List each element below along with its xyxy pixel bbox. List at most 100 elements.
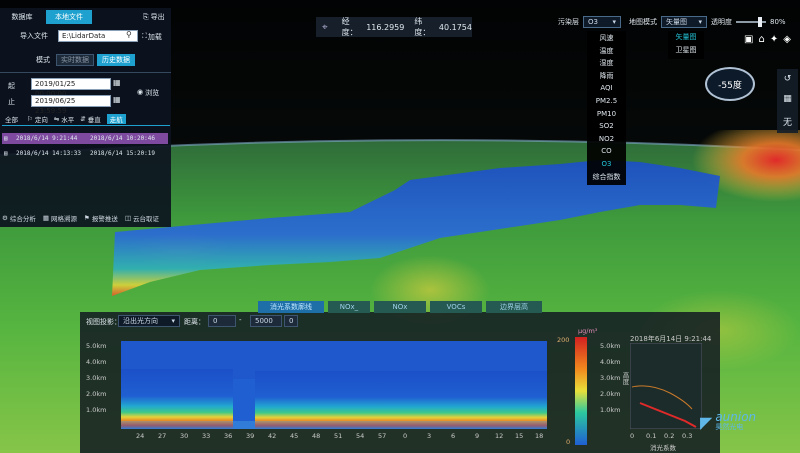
alarm-label: 报警推送 (91, 215, 118, 223)
grid-trace-tool[interactable]: ▦ 网格溯源 (43, 213, 77, 223)
x-tick: 54 (356, 432, 365, 440)
filter-mobile[interactable]: 走航 (106, 113, 126, 124)
coordinate-readout: ⌖ 经度： 116.2959 纬度： 40.1754 (316, 17, 472, 37)
option-aqi[interactable]: AQI (587, 82, 626, 95)
colorbar-top: 200 (557, 336, 570, 344)
record-end: 2018/6/14 15:20:19 (90, 150, 156, 157)
calendar-icon[interactable]: ▦ (113, 78, 121, 87)
start-date-input[interactable]: 2019/01/25 00:00:00 (31, 78, 111, 98)
camera-tool[interactable]: ◫ 云台取证 (125, 213, 159, 223)
map-mode-select[interactable]: 矢量图 ▾ (661, 16, 707, 28)
x-tick: 18 (535, 432, 544, 440)
x-tick: 12 (495, 432, 504, 440)
filter-all[interactable]: 全部 (2, 114, 21, 124)
option-rainfall[interactable]: 降雨 (587, 70, 626, 83)
opacity-slider-handle[interactable] (758, 17, 762, 27)
analysis-tool[interactable]: ⚙ 综合分析 (2, 213, 36, 223)
compass-value: -55度 (718, 80, 742, 91)
option-satellite-map[interactable]: 卫星图 (668, 44, 704, 57)
grid-icon: ▦ (42, 214, 49, 222)
tab-database[interactable]: 数据库 (4, 10, 40, 24)
load-button[interactable]: ⛶ 加载 (142, 32, 162, 42)
option-so2[interactable]: SO2 (587, 120, 626, 133)
crosshair-icon: ⌖ (322, 21, 328, 33)
pin-icon[interactable]: ✦ (770, 34, 778, 45)
tab-vocs[interactable]: VOCs (430, 301, 482, 313)
right-toolbar: ↺ ▦ 无 (777, 69, 798, 133)
option-wind-speed[interactable]: 风速 (587, 32, 626, 45)
tab-extinction-profile[interactable]: 消光系数廓线 (258, 301, 324, 313)
divider (0, 72, 171, 73)
tab-local-file[interactable]: 本地文件 (46, 10, 92, 24)
layer-controls: 污染层 O3 ▾ 地图模式 矢量图 ▾ 透明度 80% (545, 14, 800, 30)
option-co[interactable]: CO (587, 145, 626, 158)
opacity-slider[interactable] (736, 17, 766, 27)
x-tick: 15 (515, 432, 524, 440)
filter-vertical[interactable]: 垂直 (88, 114, 101, 124)
mode-history-button[interactable]: 历史数据 (97, 54, 135, 66)
profile-xlabel: 消光系数 (650, 444, 676, 452)
pollution-layer-select[interactable]: O3 ▾ (583, 16, 621, 28)
tab-nox-underscore[interactable]: NOx_ (328, 301, 370, 313)
table-row[interactable]: ▤ 2018/6/14 14:13:33 2018/6/14 15:20:19 (2, 148, 168, 159)
x-tick: 24 (136, 432, 145, 440)
distance-to-input[interactable]: 5000 (250, 315, 282, 327)
load-label: 加载 (147, 33, 162, 41)
profile-x-tick: 0.1 (646, 432, 657, 440)
marker-icon[interactable]: ◈ (783, 34, 791, 45)
refresh-icon[interactable]: ↺ (784, 74, 792, 84)
location-icon[interactable]: ⌂ (758, 34, 764, 45)
x-tick: 27 (158, 432, 167, 440)
option-no2[interactable]: NO2 (587, 133, 626, 146)
view-label: 视图投影： (86, 318, 121, 326)
table-row[interactable]: ▤ 2018/6/14 9:21:44 2018/6/14 10:20:46 (2, 133, 168, 144)
option-pm10[interactable]: PM10 (587, 108, 626, 121)
image-icon[interactable]: ▣ (744, 34, 753, 45)
extinction-heatmap[interactable] (121, 341, 547, 429)
y-tick: 3.0km (86, 374, 107, 382)
alarm-icon: ⚑ (83, 214, 90, 222)
grid-trace-label: 网格溯源 (50, 215, 77, 223)
tab-boundary-layer[interactable]: 边界层高 (486, 301, 542, 313)
option-temperature[interactable]: 温度 (587, 45, 626, 58)
camera-label: 云台取证 (132, 215, 159, 223)
view-value: 沿出光方向 (123, 317, 158, 325)
x-tick: 45 (290, 432, 299, 440)
end-date-input[interactable]: 2019/06/25 23:59:59 (31, 95, 111, 115)
brand-logo: ◤ aunion 昊然光电 (700, 411, 756, 432)
compass[interactable]: -55度 (705, 67, 755, 101)
browse-button[interactable]: ◉ 浏览 (137, 88, 159, 98)
distance-extra-input[interactable]: 0 (284, 315, 298, 327)
option-o3[interactable]: O3 (587, 158, 626, 171)
distance-from-input[interactable]: 0 (208, 315, 236, 327)
start-label: 起 (8, 82, 15, 90)
filter-directional[interactable]: 定向 (35, 114, 48, 124)
colorbar-unit: μg/m³ (578, 327, 598, 335)
panel-tabs: 数据库 本地文件 ⎘ 导出 (0, 10, 171, 24)
record-end: 2018/6/14 10:20:46 (90, 135, 156, 142)
x-tick: 57 (378, 432, 387, 440)
mode-realtime-button[interactable]: 实时数据 (56, 54, 94, 66)
longitude-value: 116.2959 (366, 22, 405, 32)
option-humidity[interactable]: 湿度 (587, 57, 626, 70)
colorbar-bottom: 0 (566, 438, 571, 446)
data-panel: 数据库 本地文件 ⎘ 导出 导入文件 E:\LidarData ⚲ ⛶ 加载 模… (0, 8, 171, 227)
layers-icon[interactable]: ▦ (783, 94, 792, 104)
chevron-down-icon: ▾ (612, 18, 616, 26)
filter-horizontal[interactable]: 水平 (61, 114, 74, 124)
option-pm25[interactable]: PM2.5 (587, 95, 626, 108)
calendar-icon[interactable]: ▦ (113, 95, 121, 104)
bottom-toolbar: ⚙ 综合分析 ▦ 网格溯源 ⚑ 报警推送 ◫ 云台取证 (2, 213, 170, 223)
none-button[interactable]: 无 (783, 115, 792, 128)
profile-x-tick: 0.3 (682, 432, 693, 440)
option-composite-index[interactable]: 综合指数 (587, 171, 626, 184)
search-icon[interactable]: ⚲ (126, 30, 132, 39)
colorbar (575, 337, 587, 445)
tab-nox[interactable]: NOx (374, 301, 426, 313)
export-button[interactable]: ⎘ 导出 (143, 12, 165, 22)
alarm-tool[interactable]: ⚑ 报警推送 (84, 213, 118, 223)
option-vector-map[interactable]: 矢量图 (668, 31, 704, 44)
x-tick: 0 (403, 432, 408, 440)
view-select[interactable]: 沿出光方向 ▾ (118, 315, 180, 327)
profile-plot[interactable] (630, 343, 702, 429)
